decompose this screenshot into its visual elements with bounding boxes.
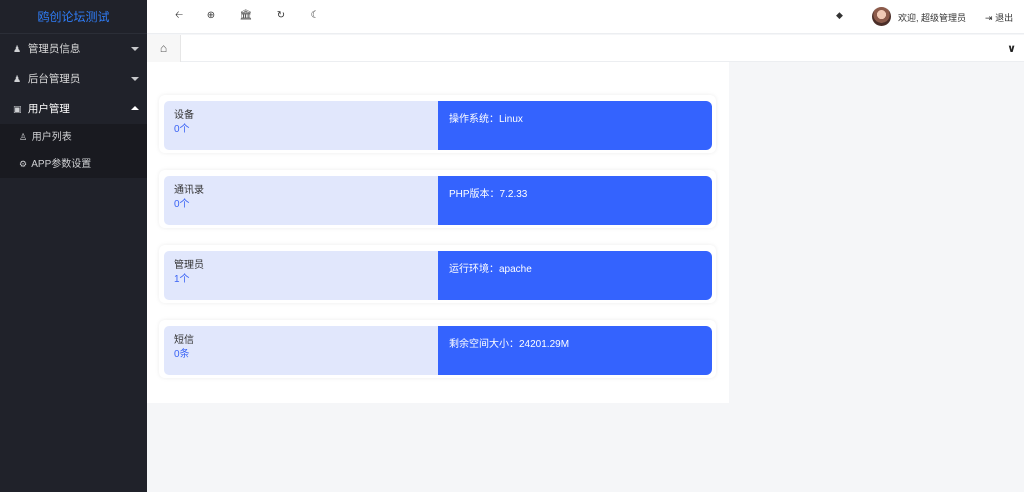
stat-card-admins: 管理员 1个 运行环境：apache: [159, 245, 716, 303]
stat-card-left: 短信 0条: [164, 326, 438, 375]
id-card-icon: ▣: [13, 104, 22, 114]
stat-card-left: 通讯录 0个: [164, 176, 438, 225]
stat-info: 运行环境：apache: [438, 251, 712, 300]
arrow-left-icon[interactable]: 🡠: [171, 8, 187, 24]
moon-icon[interactable]: ☾: [307, 8, 323, 24]
stat-card-left: 设备 0个: [164, 101, 438, 150]
stat-info: PHP版本：7.2.33: [438, 176, 712, 225]
user-icon: ♟: [13, 44, 22, 54]
app-title[interactable]: 鸥创论坛测试: [0, 0, 147, 34]
user-icon: ♟: [13, 74, 22, 84]
stat-card-left: 管理员 1个: [164, 251, 438, 300]
tag-icon[interactable]: ◆: [836, 10, 843, 21]
sidebar-item-admin-info[interactable]: ♟ 管理员信息: [0, 34, 147, 64]
user-outline-icon: ♙: [19, 132, 28, 142]
stat-count: 1个: [174, 274, 190, 285]
welcome-text[interactable]: 欢迎, 超级管理员: [898, 11, 966, 24]
logout-icon: ⇥: [985, 13, 993, 23]
tab-bar: ⌂ ∨: [147, 35, 1024, 62]
avatar[interactable]: [872, 7, 891, 26]
caret-down-icon: [131, 77, 139, 81]
caret-down-icon: [131, 47, 139, 51]
dashboard-content: 设备 0个 操作系统：Linux 通讯录 0个 PHP版本：7.2.33 管理员…: [147, 62, 729, 403]
stat-card-contacts: 通讯录 0个 PHP版本：7.2.33: [159, 170, 716, 228]
chevron-down-icon[interactable]: ∨: [1007, 42, 1016, 55]
stat-title: 通讯录: [174, 185, 204, 196]
stat-title: 短信: [174, 335, 194, 346]
top-header: 🡠 ⊕ 🏛 ↻ ☾ ◆ 欢迎, 超级管理员 ⇥ 退出: [147, 0, 1024, 34]
stat-count: 0条: [174, 349, 190, 360]
sidebar-item-label: 后台管理员: [27, 73, 81, 85]
stat-card-devices: 设备 0个 操作系统：Linux: [159, 95, 716, 153]
sidebar-item-user-management[interactable]: ▣ 用户管理: [0, 94, 147, 124]
logout-button[interactable]: ⇥ 退出: [985, 11, 1013, 24]
stat-count: 0个: [174, 124, 190, 135]
sidebar-item-backend-admins[interactable]: ♟ 后台管理员: [0, 64, 147, 94]
stat-title: 管理员: [174, 260, 204, 271]
sidebar-item-label: 用户管理: [27, 103, 70, 115]
sidebar-subitem-app-settings[interactable]: ⚙ APP参数设置: [0, 151, 147, 178]
caret-up-icon: [131, 106, 139, 110]
gear-icon: ⚙: [19, 159, 28, 169]
bank-icon[interactable]: 🏛: [238, 8, 254, 24]
sidebar-subitem-label: 用户列表: [31, 132, 72, 143]
crosshair-icon[interactable]: ⊕: [203, 8, 219, 24]
stat-info: 操作系统：Linux: [438, 101, 712, 150]
refresh-icon[interactable]: ↻: [273, 8, 289, 24]
home-icon: ⌂: [159, 41, 168, 55]
stat-title: 设备: [174, 110, 194, 121]
sidebar: 鸥创论坛测试 ♟ 管理员信息 ♟ 后台管理员 ▣ 用户管理 ♙ 用户列表 ⚙ A…: [0, 0, 147, 492]
sidebar-subitem-label: APP参数设置: [31, 159, 92, 170]
stat-info: 剩余空间大小：24201.29M: [438, 326, 712, 375]
logout-label: 退出: [995, 13, 1014, 23]
stat-count: 0个: [174, 199, 190, 210]
sidebar-subitem-user-list[interactable]: ♙ 用户列表: [0, 124, 147, 151]
home-tab[interactable]: ⌂: [147, 35, 181, 62]
stat-card-sms: 短信 0条 剩余空间大小：24201.29M: [159, 320, 716, 378]
sidebar-item-label: 管理员信息: [27, 43, 81, 55]
sub-menu: ♙ 用户列表 ⚙ APP参数设置: [0, 124, 147, 178]
